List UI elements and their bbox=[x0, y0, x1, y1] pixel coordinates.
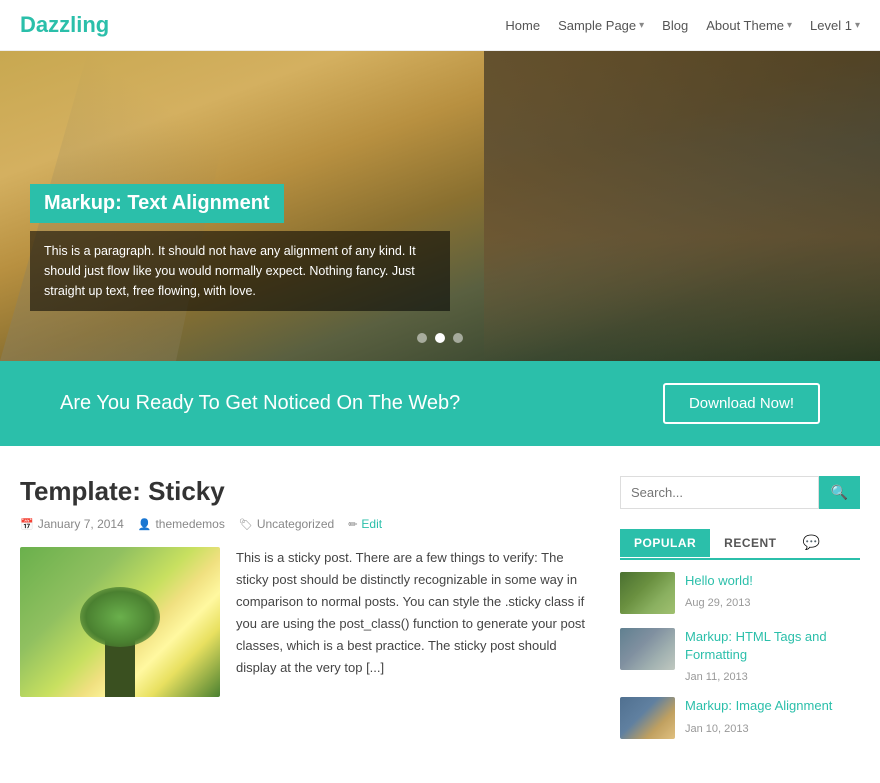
main-left: Template: Sticky 📅 January 7, 2014 👤 the… bbox=[20, 476, 590, 753]
nav-level1[interactable]: Level 1 ▾ bbox=[810, 18, 860, 33]
site-logo[interactable]: Dazzling bbox=[20, 12, 109, 38]
post-date: January 7, 2014 bbox=[38, 517, 124, 531]
dropdown-arrow-icon: ▾ bbox=[855, 20, 860, 31]
sidebar-post-title-1[interactable]: Hello world! bbox=[685, 572, 860, 590]
sidebar-post-date-3: Jan 10, 2013 bbox=[685, 723, 749, 735]
post-title: Template: Sticky bbox=[20, 476, 590, 507]
sidebar-post-thumb-2 bbox=[620, 628, 675, 670]
sidebar-tabs: POPULAR RECENT 💬 bbox=[620, 527, 860, 560]
hero-trees-element bbox=[484, 51, 880, 361]
sidebar-post-1: Hello world! Aug 29, 2013 bbox=[620, 572, 860, 614]
header: Dazzling Home Sample Page ▾ Blog About T… bbox=[0, 0, 880, 51]
post-author: themedemos bbox=[155, 517, 224, 531]
post-author-meta: 👤 themedemos bbox=[138, 517, 225, 531]
sidebar-post-date-2: Jan 11, 2013 bbox=[685, 671, 748, 683]
sidebar-post-2: Markup: HTML Tags and Formatting Jan 11,… bbox=[620, 628, 860, 683]
main-nav: Home Sample Page ▾ Blog About Theme ▾ Le… bbox=[505, 18, 860, 33]
main-content: Template: Sticky 📅 January 7, 2014 👤 the… bbox=[0, 446, 880, 783]
folder-icon: 🏷 bbox=[239, 518, 253, 531]
nav-blog[interactable]: Blog bbox=[662, 18, 688, 33]
post-thumbnail bbox=[20, 547, 220, 697]
search-input[interactable] bbox=[620, 476, 819, 509]
dropdown-arrow-icon: ▾ bbox=[787, 20, 792, 31]
hero-dot-3[interactable] bbox=[453, 333, 463, 343]
search-button[interactable]: 🔍 bbox=[819, 476, 860, 509]
hero-section: Markup: Text Alignment This is a paragra… bbox=[0, 51, 880, 361]
post-body: This is a sticky post. There are a few t… bbox=[20, 547, 590, 697]
hero-dot-2[interactable] bbox=[435, 333, 445, 343]
hero-dots bbox=[417, 333, 463, 343]
post-category-meta: 🏷 Uncategorized bbox=[239, 517, 334, 531]
sidebar: 🔍 POPULAR RECENT 💬 Hello world! Aug 29, … bbox=[620, 476, 860, 753]
sidebar-post-3: Markup: Image Alignment Jan 10, 2013 bbox=[620, 697, 860, 739]
hero-dot-1[interactable] bbox=[417, 333, 427, 343]
search-box: 🔍 bbox=[620, 476, 860, 509]
hero-description: This is a paragraph. It should not have … bbox=[30, 231, 450, 311]
cta-text: Are You Ready To Get Noticed On The Web? bbox=[60, 392, 460, 415]
edit-icon: ✏ bbox=[348, 518, 357, 531]
sidebar-post-info-1: Hello world! Aug 29, 2013 bbox=[685, 572, 860, 609]
nav-sample[interactable]: Sample Page ▾ bbox=[558, 18, 644, 33]
post-meta: 📅 January 7, 2014 👤 themedemos 🏷 Uncateg… bbox=[20, 517, 590, 531]
sidebar-post-info-3: Markup: Image Alignment Jan 10, 2013 bbox=[685, 697, 860, 734]
search-icon: 🔍 bbox=[831, 484, 848, 500]
tab-recent[interactable]: RECENT bbox=[710, 529, 790, 557]
user-icon: 👤 bbox=[138, 518, 152, 531]
sidebar-post-date-1: Aug 29, 2013 bbox=[685, 597, 750, 609]
post-category: Uncategorized bbox=[257, 517, 334, 531]
post-excerpt: This is a sticky post. There are a few t… bbox=[236, 547, 590, 697]
post-edit-meta: ✏ Edit bbox=[348, 517, 382, 531]
hero-overlay: Markup: Text Alignment This is a paragra… bbox=[30, 184, 450, 311]
tab-popular[interactable]: POPULAR bbox=[620, 529, 710, 557]
nav-home[interactable]: Home bbox=[505, 18, 540, 33]
sidebar-post-title-3[interactable]: Markup: Image Alignment bbox=[685, 697, 860, 715]
sidebar-post-info-2: Markup: HTML Tags and Formatting Jan 11,… bbox=[685, 628, 860, 683]
sidebar-post-title-2[interactable]: Markup: HTML Tags and Formatting bbox=[685, 628, 860, 664]
hero-title: Markup: Text Alignment bbox=[30, 184, 284, 223]
sidebar-post-thumb-1 bbox=[620, 572, 675, 614]
cta-band: Are You Ready To Get Noticed On The Web?… bbox=[0, 361, 880, 446]
post-date-meta: 📅 January 7, 2014 bbox=[20, 517, 124, 531]
calendar-icon: 📅 bbox=[20, 518, 34, 531]
nav-about[interactable]: About Theme ▾ bbox=[706, 18, 792, 33]
post-edit-link[interactable]: Edit bbox=[361, 517, 382, 531]
tab-comments-icon[interactable]: 💬 bbox=[791, 527, 832, 558]
sidebar-post-thumb-3 bbox=[620, 697, 675, 739]
dropdown-arrow-icon: ▾ bbox=[639, 20, 644, 31]
download-now-button[interactable]: Download Now! bbox=[663, 383, 820, 424]
